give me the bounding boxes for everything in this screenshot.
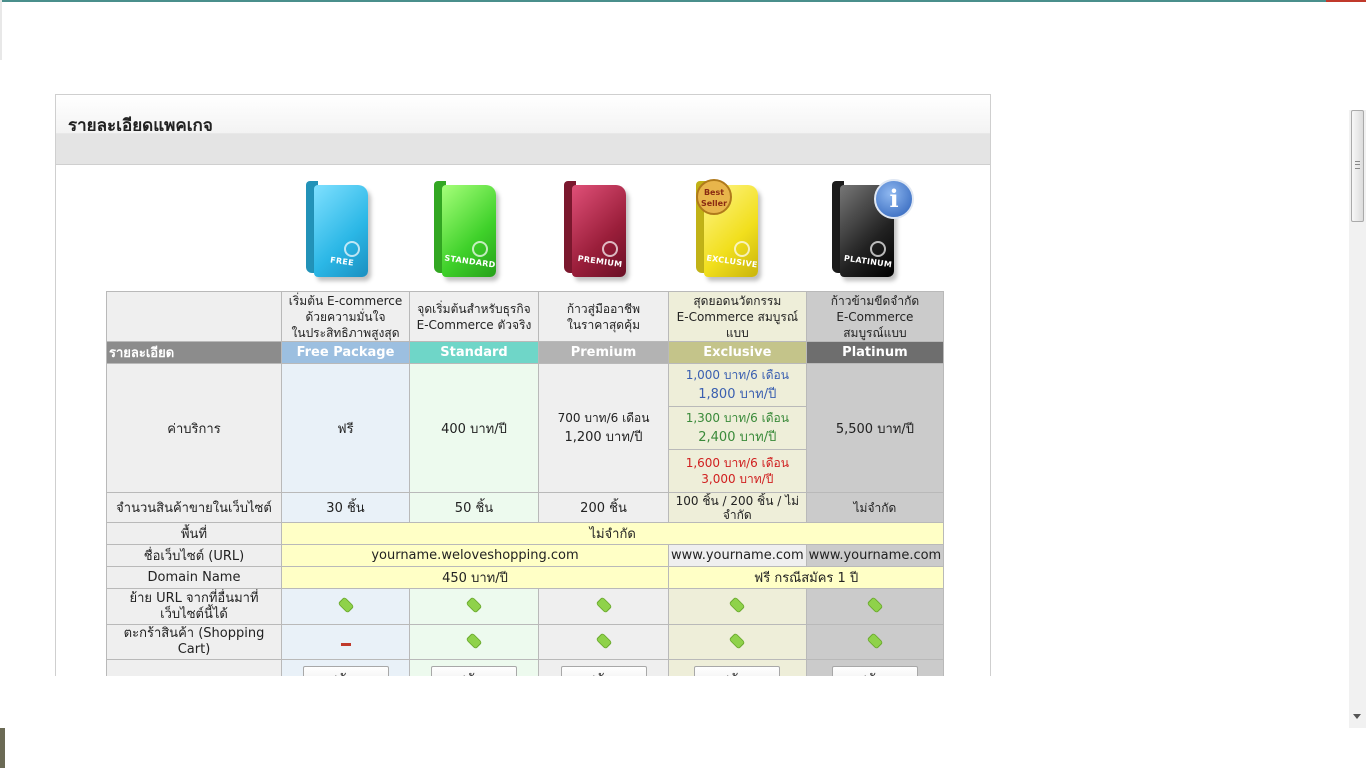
check-dot-icon [730, 597, 745, 613]
exclusive-package-box-icon: EXCLUSIVE Best Seller [696, 179, 768, 283]
page-title: รายละเอียดแพคเกจ [68, 116, 213, 131]
check-dot-icon [466, 633, 482, 648]
move-url-label: ย้าย URL จากที่อื่นมาที่เว็บไซต์นี้ได้ [106, 588, 282, 625]
platinum-header: Platinum [805, 341, 945, 364]
check-dot-icon [596, 597, 611, 613]
standard-signup-button[interactable]: สมัคร [431, 666, 517, 676]
package-comparison-table: เริ่มต้น E-commerce ด้วยความมั่นใจ ในประสิ… [106, 291, 945, 676]
premium-fee: 700 บาท/6 เดือน 1,200 บาท/ปี [538, 363, 669, 493]
exclusive-fee-tier-2: 1,300 บาท/6 เดือน 2,400 บาท/ปี [668, 406, 807, 450]
url-platinum: www.yourname.com [805, 544, 945, 567]
dash-icon [340, 642, 351, 646]
premium-package-box-icon: PREMIUM [564, 179, 636, 283]
url-exclusive: www.yourname.com [668, 544, 807, 567]
premium-header: Premium [538, 341, 669, 364]
standard-package-box-icon: STANDARD [434, 179, 506, 283]
platinum-fee: 5,500 บาท/ปี [805, 363, 945, 493]
standard-fee: 400 บาท/ปี [409, 363, 539, 493]
domain-label: Domain Name [106, 566, 282, 589]
fee-label: ค่าบริการ [106, 363, 282, 493]
url-shared: yourname.weloveshopping.com [281, 544, 669, 567]
free-products: 30 ชิ้น [281, 492, 410, 523]
vertical-scrollbar[interactable] [1349, 110, 1366, 728]
table-row-products: จำนวนสินค้าขายในเว็บไซต์ 30 ชิ้น 50 ชิ้น… [106, 492, 945, 523]
space-label: พื้นที่ [106, 522, 282, 545]
space-value: ไม่จำกัด [280, 522, 945, 545]
table-row-cart: ตะกร้าสินค้า (Shopping Cart) [106, 624, 945, 660]
platinum-package-box-icon: PLATINUM i [832, 179, 914, 283]
table-row-space: พื้นที่ ไม่จำกัด [106, 522, 945, 545]
free-package-box-icon: FREE [306, 179, 378, 283]
free-signup-button[interactable]: สมัคร [302, 666, 389, 676]
standard-header: Standard [409, 341, 539, 364]
package-box-images: FREE STANDARD PREMIUM EXCLUSIVE Best Sel… [56, 175, 990, 291]
domain-shared: 450 บาท/ปี [281, 566, 669, 589]
check-dot-icon [338, 597, 353, 613]
exclusive-fee-tier-3: 1,600 บาท/6 เดือน 3,000 บาท/ปี [668, 449, 807, 493]
standard-desc: จุดเริ่มต้นสำหรับธุรกิจ E-Commerce ตัวจริ… [409, 291, 539, 342]
premium-desc: ก้าวสู่มืออาชีพ ในราคาสุดคุ้ม [538, 291, 669, 342]
table-header-row: รายละเอียด Free Package Standard Premium… [106, 341, 945, 364]
standard-products: 50 ชิ้น [409, 492, 539, 523]
url-label: ชื่อเว็บไซต์ (URL) [106, 544, 282, 567]
check-dot-icon [867, 633, 882, 648]
scrollbar-thumb[interactable] [1351, 110, 1364, 222]
table-row-fee: ค่าบริการ ฟรี 400 บาท/ปี 700 บาท/6 เดือน… [106, 363, 945, 493]
check-dot-icon [596, 633, 611, 648]
table-row-domain: Domain Name 450 บาท/ปี ฟรี กรณีสมัคร 1 ป… [106, 566, 945, 589]
check-dot-icon [730, 633, 745, 648]
scroll-down-arrow-icon[interactable] [1353, 714, 1361, 719]
detail-header: รายละเอียด [106, 341, 282, 364]
platinum-desc: ก้าวข้ามขีดจำกัด E-Commerce สมบูรณ์แบบ [805, 291, 945, 342]
table-row-url: ชื่อเว็บไซต์ (URL) yourname.weloveshoppi… [106, 544, 945, 567]
info-icon: i [874, 179, 914, 219]
check-dot-icon [466, 597, 482, 613]
exclusive-header: Exclusive [668, 341, 807, 364]
exclusive-products: 100 ชิ้น / 200 ชิ้น / ไม่จำกัด [668, 492, 807, 523]
platinum-products: ไม่จำกัด [805, 492, 945, 523]
left-edge [0, 0, 2, 60]
bottom-left-edge [0, 728, 5, 768]
premium-signup-button[interactable]: สมัคร [560, 666, 647, 676]
exclusive-fee-tier-1: 1,000 บาท/6 เดือน 1,800 บาท/ปี [668, 363, 807, 407]
table-row-move-url: ย้าย URL จากที่อื่นมาที่เว็บไซต์นี้ได้ [106, 588, 945, 625]
panel-header: รายละเอียดแพคเกจ [56, 95, 990, 165]
check-dot-icon [867, 597, 882, 613]
free-fee: ฟรี [281, 363, 410, 493]
best-seller-badge-icon: Best Seller [696, 179, 732, 215]
cart-label: ตะกร้าสินค้า (Shopping Cart) [106, 624, 282, 660]
premium-products: 200 ชิ้น [538, 492, 669, 523]
free-header: Free Package [281, 341, 410, 364]
package-details-panel: รายละเอียดแพคเกจ FREE STANDARD PREMIUM E… [55, 94, 991, 676]
exclusive-signup-button[interactable]: สมัคร [694, 666, 781, 676]
top-accent-bar [0, 0, 1366, 2]
domain-premium: ฟรี กรณีสมัคร 1 ปี [667, 566, 945, 589]
table-row-signup: สมัคร สมัคร สมัคร สมัคร สมัคร [106, 659, 945, 676]
platinum-signup-button[interactable]: สมัคร [831, 666, 918, 676]
table-row-description: เริ่มต้น E-commerce ด้วยความมั่นใจ ในประสิ… [106, 291, 945, 342]
top-accent-bar-right [1326, 0, 1366, 2]
exclusive-desc: สุดยอดนวัตกรรม E-Commerce สมบูรณ์ แบบ [668, 291, 807, 342]
free-desc: เริ่มต้น E-commerce ด้วยความมั่นใจ ในประสิ… [281, 291, 410, 342]
products-label: จำนวนสินค้าขายในเว็บไซต์ [106, 492, 282, 523]
